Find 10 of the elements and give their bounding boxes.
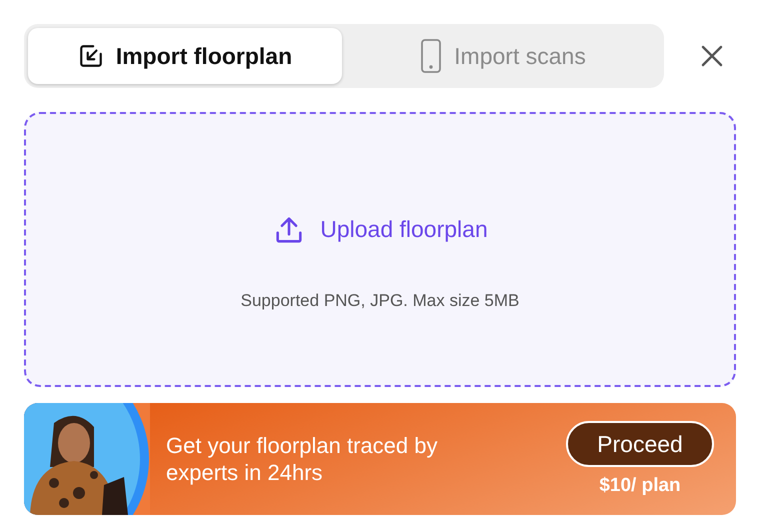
upload-hint: Supported PNG, JPG. Max size 5MB <box>240 290 520 310</box>
price-label: $10/ plan <box>599 475 681 497</box>
upload-button[interactable]: Upload floorplan <box>268 208 492 250</box>
import-icon <box>78 43 104 69</box>
drop-zone[interactable]: Upload floorplan Supported PNG, JPG. Max size 5MB <box>24 112 736 387</box>
phone-icon <box>420 39 442 73</box>
proceed-button[interactable]: Proceed <box>566 421 714 467</box>
promo-text: Get your floorplan traced by experts in 24hrs <box>166 432 438 486</box>
close-icon <box>701 45 723 67</box>
tab[interactable]: Import floorplan <box>28 28 342 84</box>
